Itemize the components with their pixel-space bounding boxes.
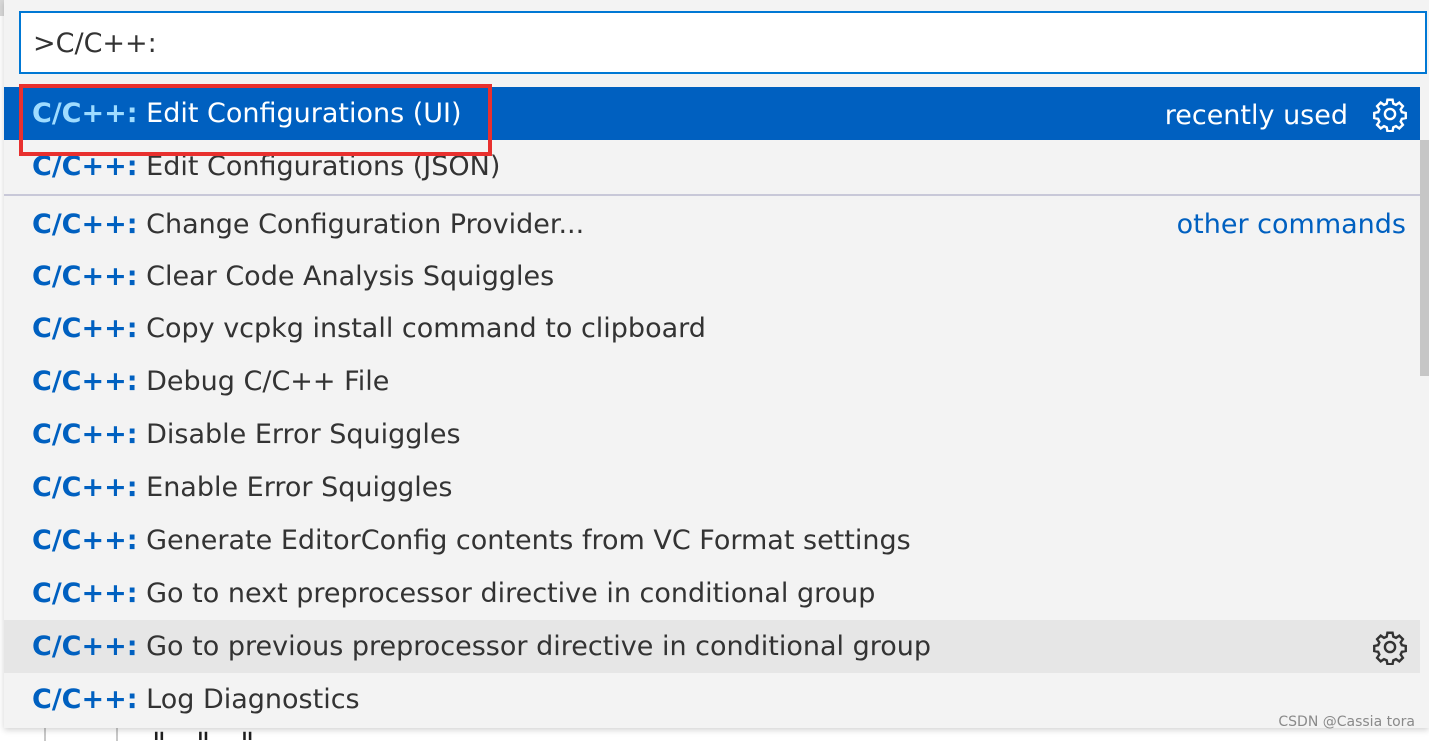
gear-icon[interactable]: [1372, 629, 1408, 665]
editor-text-behind: " " ": [150, 730, 260, 741]
command-item-debug-cpp-file[interactable]: C/C++: Debug C/C++ File: [4, 355, 1420, 408]
command-prefix: C/C++:: [32, 578, 138, 609]
command-label: C/C++: Go to next preprocessor directive…: [32, 567, 875, 620]
command-palette: C/C++: Edit Configurations (UI) recently…: [4, 0, 1429, 728]
command-label: C/C++: Disable Error Squiggles: [32, 408, 461, 461]
command-label: C/C++: Generate EditorConfig contents fr…: [32, 514, 911, 567]
command-prefix: C/C++:: [32, 98, 138, 129]
command-list-scrollbar[interactable]: [1420, 140, 1429, 728]
command-prefix: C/C++:: [32, 684, 138, 715]
command-item-disable-error-squiggles[interactable]: C/C++: Disable Error Squiggles: [4, 408, 1420, 461]
screen: " " " C/C++: Edit Configurations (UI) re…: [0, 0, 1429, 741]
watermark: CSDN @Cassia tora: [1278, 714, 1415, 730]
command-prefix: C/C++:: [32, 419, 138, 450]
command-label: C/C++: Edit Configurations (UI): [32, 87, 462, 140]
command-palette-search-box[interactable]: [19, 11, 1427, 74]
command-text: Generate EditorConfig contents from VC F…: [137, 525, 911, 556]
command-label: C/C++: Clear Code Analysis Squiggles: [32, 251, 554, 302]
command-item-go-to-previous-preprocessor-directive[interactable]: C/C++: Go to previous preprocessor direc…: [4, 620, 1420, 673]
command-label: C/C++: Edit Configurations (JSON): [32, 140, 500, 193]
command-item-edit-configurations-json[interactable]: C/C++: Edit Configurations (JSON): [4, 140, 1420, 194]
gear-icon[interactable]: [1372, 96, 1408, 132]
command-text: Copy vcpkg install command to clipboard: [137, 313, 706, 344]
command-text: Change Configuration Provider...: [137, 209, 585, 240]
command-text: Edit Configurations (UI): [137, 98, 462, 129]
command-prefix: C/C++:: [32, 151, 138, 182]
command-item-change-configuration-provider[interactable]: C/C++: Change Configuration Provider... …: [4, 196, 1420, 251]
command-prefix: C/C++:: [32, 631, 138, 662]
command-item-go-to-next-preprocessor-directive[interactable]: C/C++: Go to next preprocessor directive…: [4, 567, 1420, 620]
command-text: Debug C/C++ File: [137, 366, 390, 397]
command-label: C/C++: Enable Error Squiggles: [32, 461, 452, 514]
other-commands-label: other commands: [1176, 209, 1406, 240]
command-prefix: C/C++:: [32, 366, 138, 397]
scrollbar-thumb[interactable]: [1420, 140, 1429, 376]
command-item-clear-code-analysis-squiggles[interactable]: C/C++: Clear Code Analysis Squiggles: [4, 251, 1420, 302]
command-prefix: C/C++:: [32, 209, 138, 240]
editor-indent-guide: [44, 728, 46, 741]
command-prefix: C/C++:: [32, 313, 138, 344]
command-text: Enable Error Squiggles: [137, 472, 453, 503]
command-item-enable-error-squiggles[interactable]: C/C++: Enable Error Squiggles: [4, 461, 1420, 514]
command-text: Clear Code Analysis Squiggles: [137, 261, 555, 292]
command-label: C/C++: Copy vcpkg install command to cli…: [32, 302, 706, 355]
command-palette-input[interactable]: [33, 21, 1333, 65]
command-prefix: C/C++:: [32, 525, 138, 556]
command-text: Edit Configurations (JSON): [137, 151, 501, 182]
command-list: C/C++: Edit Configurations (UI) recently…: [4, 87, 1420, 726]
command-label: C/C++: Go to previous preprocessor direc…: [32, 620, 931, 673]
command-label: C/C++: Log Diagnostics: [32, 673, 360, 726]
recently-used-badge: recently used: [1164, 100, 1348, 131]
command-item-copy-vcpkg-install-command[interactable]: C/C++: Copy vcpkg install command to cli…: [4, 302, 1420, 355]
command-text: Go to previous preprocessor directive in…: [137, 631, 932, 662]
command-item-generate-editorconfig[interactable]: C/C++: Generate EditorConfig contents fr…: [4, 514, 1420, 567]
command-text: Go to next preprocessor directive in con…: [137, 578, 876, 609]
command-text: Disable Error Squiggles: [137, 419, 461, 450]
command-item-log-diagnostics[interactable]: C/C++: Log Diagnostics: [4, 673, 1420, 726]
command-prefix: C/C++:: [32, 472, 138, 503]
command-label: C/C++: Debug C/C++ File: [32, 355, 389, 408]
editor-indent-guide: [116, 728, 118, 741]
command-prefix: C/C++:: [32, 261, 138, 292]
command-text: Log Diagnostics: [137, 684, 360, 715]
command-item-edit-configurations-ui[interactable]: C/C++: Edit Configurations (UI) recently…: [4, 87, 1420, 140]
command-label: C/C++: Change Configuration Provider...: [32, 196, 584, 254]
